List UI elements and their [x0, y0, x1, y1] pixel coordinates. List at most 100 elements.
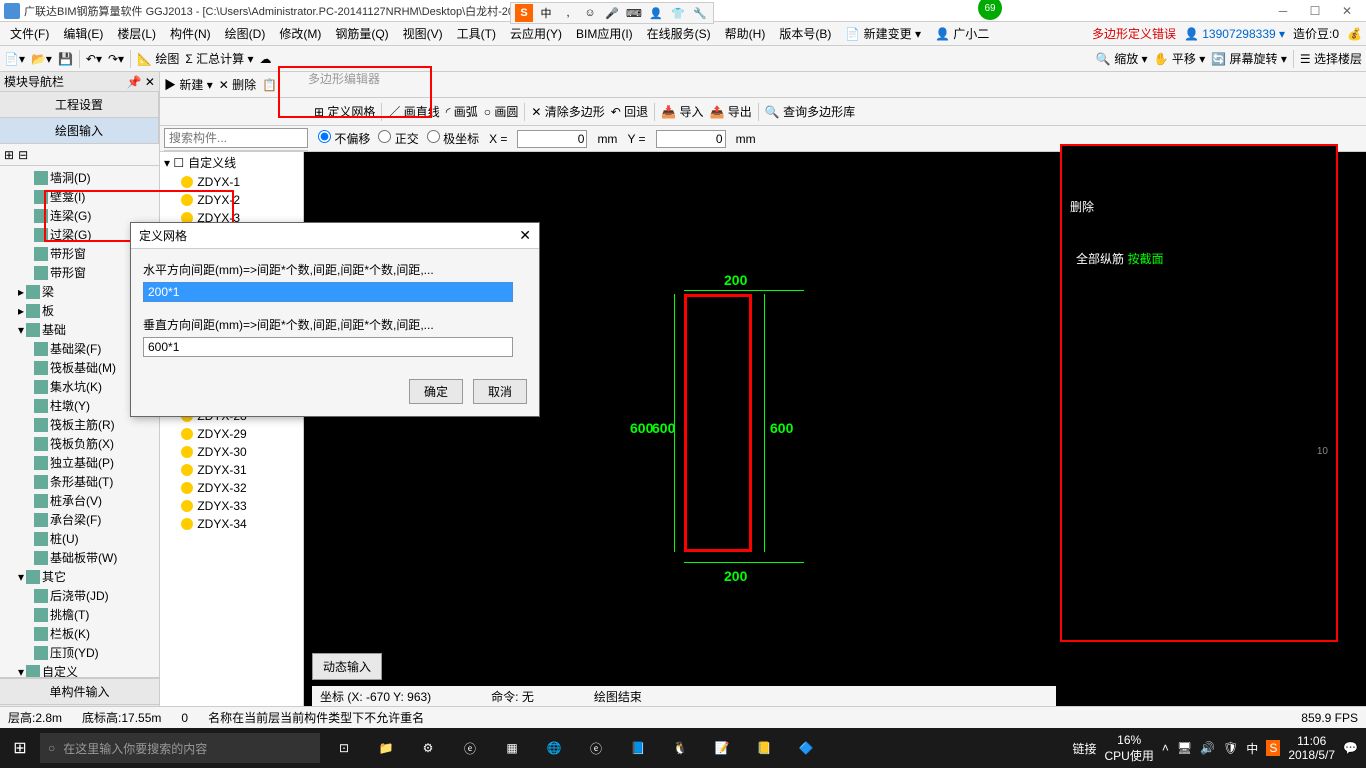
- menu-help[interactable]: 帮助(H): [719, 23, 772, 44]
- app-browser1-icon[interactable]: 🌐: [534, 728, 574, 768]
- minimize-button[interactable]: ─: [1268, 1, 1298, 21]
- app-word-icon[interactable]: 📘: [618, 728, 658, 768]
- app-qq-icon[interactable]: 🐧: [660, 728, 700, 768]
- tree-item[interactable]: 后浇带(JD): [2, 586, 157, 605]
- ime-opt-icon[interactable]: ,: [559, 4, 577, 22]
- menu-modify[interactable]: 修改(M): [273, 23, 327, 44]
- undo-icon[interactable]: ↶▾: [86, 52, 102, 66]
- component-item[interactable]: ZDYX-1: [160, 173, 303, 191]
- y-input[interactable]: [656, 130, 726, 148]
- app-explorer-icon[interactable]: 📁: [366, 728, 406, 768]
- radio-no-offset[interactable]: 不偏移: [318, 130, 370, 147]
- close-button[interactable]: ✕: [1332, 1, 1362, 21]
- tray-notif-icon[interactable]: 💬: [1343, 741, 1358, 755]
- bean-icon[interactable]: 💰: [1347, 27, 1362, 41]
- define-grid-button[interactable]: ⊞ 定义网格: [314, 103, 375, 120]
- error-notice[interactable]: 多边形定义错误: [1092, 25, 1176, 42]
- ime-sogou-icon[interactable]: S: [515, 4, 533, 22]
- dialog-cancel-button[interactable]: 取消: [473, 379, 527, 404]
- app-edge-icon[interactable]: ⓔ: [450, 728, 490, 768]
- menu-draw[interactable]: 绘图(D): [219, 23, 272, 44]
- nav-collapse-icon[interactable]: ⊟: [18, 148, 28, 162]
- menu-tools[interactable]: 工具(T): [451, 23, 502, 44]
- tree-item[interactable]: 筏板主筋(R): [2, 415, 157, 434]
- import-button[interactable]: 📥 导入: [661, 103, 703, 120]
- export-button[interactable]: 📤 导出: [709, 103, 751, 120]
- dynamic-input-button[interactable]: 动态输入: [312, 653, 382, 680]
- tray-link[interactable]: 链接: [1073, 740, 1097, 757]
- taskbar-search[interactable]: ○ 在这里输入你要搜索的内容: [40, 733, 320, 763]
- tree-item[interactable]: 承台梁(F): [2, 510, 157, 529]
- polyedit-copy-icon[interactable]: 📋: [262, 78, 277, 92]
- cloud-check-icon[interactable]: ☁: [259, 52, 271, 66]
- tree-item[interactable]: 条形基础(T): [2, 472, 157, 491]
- app-todesk-icon[interactable]: 🔷: [786, 728, 826, 768]
- tray-lang[interactable]: 中: [1246, 740, 1258, 757]
- ime-emoji-icon[interactable]: ☺: [581, 4, 599, 22]
- tree-item[interactable]: 壁龛(I): [2, 187, 157, 206]
- app-ie-icon[interactable]: ⓔ: [576, 728, 616, 768]
- sum-button[interactable]: Σ 汇总计算 ▾: [185, 50, 253, 67]
- select-floor-button[interactable]: ☰ 选择楼层: [1300, 50, 1362, 67]
- tab-project-settings[interactable]: 工程设置: [0, 92, 159, 117]
- tray-net-icon[interactable]: 🖥: [1177, 741, 1192, 755]
- ime-mic-icon[interactable]: 🎤: [603, 4, 621, 22]
- component-header[interactable]: ▾ ☐ 自定义线: [160, 152, 303, 173]
- tree-item[interactable]: 墙洞(D): [2, 168, 157, 187]
- rotate-button[interactable]: 🔄 屏幕旋转 ▾: [1211, 50, 1287, 67]
- component-item[interactable]: ZDYX-2: [160, 191, 303, 209]
- tree-item[interactable]: 压顶(YD): [2, 643, 157, 662]
- polyedit-new[interactable]: ▶ 新建 ▾: [164, 76, 213, 93]
- menu-floor[interactable]: 楼层(L): [111, 23, 162, 44]
- h-spacing-input[interactable]: [143, 282, 513, 302]
- draw-arc-button[interactable]: ◜ 画弧: [446, 103, 478, 120]
- component-item[interactable]: ZDYX-29: [160, 425, 303, 443]
- ime-kb-icon[interactable]: ⌨: [625, 4, 643, 22]
- zoom-button[interactable]: 🔍 缩放 ▾: [1096, 50, 1148, 67]
- new-icon[interactable]: 📄▾: [4, 52, 25, 66]
- ime-lang[interactable]: 中: [537, 4, 555, 22]
- pan-button[interactable]: ✋ 平移 ▾: [1154, 50, 1206, 67]
- radio-polar[interactable]: 极坐标: [427, 130, 479, 147]
- tray-ime-icon[interactable]: S: [1266, 740, 1280, 756]
- ime-user-icon[interactable]: 👤: [647, 4, 665, 22]
- radio-ortho[interactable]: 正交: [378, 130, 418, 147]
- menu-file[interactable]: 文件(F): [4, 23, 55, 44]
- tree-item[interactable]: 挑檐(T): [2, 605, 157, 624]
- rp-delete-tab[interactable]: 删除: [1070, 198, 1094, 215]
- tray-safe-icon[interactable]: 🛡: [1223, 741, 1238, 755]
- component-item[interactable]: ZDYX-32: [160, 479, 303, 497]
- draw-circle-button[interactable]: ○ 画圆: [484, 103, 519, 120]
- component-item[interactable]: ZDYX-30: [160, 443, 303, 461]
- app-notes-icon[interactable]: 📝: [702, 728, 742, 768]
- draw-line-button[interactable]: ／ 画直线: [388, 103, 439, 120]
- menu-bim[interactable]: BIM应用(I): [570, 23, 639, 44]
- redo-icon[interactable]: ↷▾: [108, 52, 124, 66]
- component-item[interactable]: ZDYX-31: [160, 461, 303, 479]
- dialog-close-button[interactable]: ✕: [519, 227, 531, 244]
- ime-toolbar[interactable]: S 中 , ☺ 🎤 ⌨ 👤 👕 🔧: [510, 2, 714, 24]
- clear-polygon-button[interactable]: ✕ 清除多边形: [531, 103, 604, 120]
- dialog-ok-button[interactable]: 确定: [409, 379, 463, 404]
- tree-item[interactable]: ▾ 自定义: [2, 662, 157, 677]
- menu-online[interactable]: 在线服务(S): [641, 23, 717, 44]
- polyedit-delete[interactable]: ✕ 删除: [219, 76, 256, 93]
- tree-item[interactable]: 基础板带(W): [2, 548, 157, 567]
- tab-draw-input[interactable]: 绘图输入: [0, 118, 159, 143]
- tree-item[interactable]: 筏板负筋(X): [2, 434, 157, 453]
- menu-cloud[interactable]: 云应用(Y): [504, 23, 568, 44]
- maximize-button[interactable]: ☐: [1300, 1, 1330, 21]
- tree-item[interactable]: 桩承台(V): [2, 491, 157, 510]
- tray-vol-icon[interactable]: 🔊: [1200, 741, 1215, 755]
- search-component-input[interactable]: [164, 128, 308, 148]
- v-spacing-input[interactable]: [143, 337, 513, 357]
- user-label[interactable]: 👤 广小二: [929, 23, 995, 44]
- open-icon[interactable]: 📂▾: [31, 52, 52, 66]
- tree-item[interactable]: ▾ 其它: [2, 567, 157, 586]
- new-change-button[interactable]: 📄 新建变更 ▾: [839, 23, 927, 44]
- x-input[interactable]: [517, 130, 587, 148]
- menu-rebar[interactable]: 钢筋量(Q): [329, 23, 394, 44]
- app-ggj-icon[interactable]: ▦: [492, 728, 532, 768]
- undo-button[interactable]: ↶ 回退: [611, 103, 648, 120]
- component-item[interactable]: ZDYX-34: [160, 515, 303, 533]
